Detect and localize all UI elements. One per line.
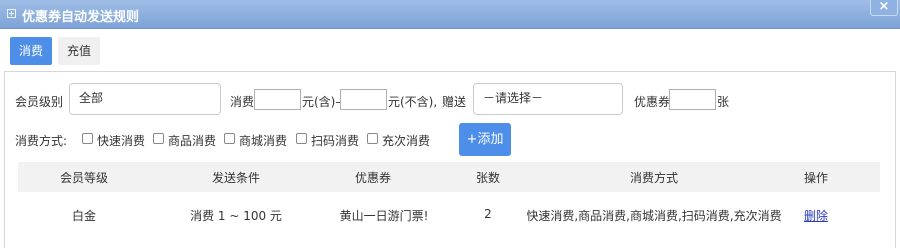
col-header-coupon: 优惠券: [354, 171, 392, 185]
mode-label-quick: 快速消费: [97, 134, 146, 148]
consume-label: 消费: [230, 95, 255, 109]
mode-checkbox-quick[interactable]: [82, 133, 93, 144]
consume-min-input[interactable]: [254, 89, 301, 110]
mode-checkbox-scan[interactable]: [296, 133, 307, 144]
coupon-unit-label: 张: [717, 95, 730, 109]
close-button[interactable]: ×: [870, 0, 898, 16]
add-button[interactable]: +添加: [459, 123, 511, 156]
cell-level: 白金: [71, 209, 97, 223]
col-header-level: 会员等级: [59, 171, 109, 185]
mode-checkbox-goods[interactable]: [153, 133, 164, 144]
tab-consume[interactable]: 消费: [10, 37, 52, 65]
mode-label-mall: 商城消费: [239, 134, 288, 148]
yuan-excl-label: 元(不含),: [388, 95, 438, 109]
mode-checkbox-mall[interactable]: [224, 133, 235, 144]
window-title: 优惠券自动发送规则: [22, 10, 140, 25]
coupon-count-input[interactable]: [669, 89, 716, 110]
cell-coupon: 黄山一日游门票!: [339, 209, 429, 223]
mode-label-times: 充次消费: [382, 134, 431, 148]
consume-max-input[interactable]: [340, 89, 387, 110]
member-level-select[interactable]: 全部: [69, 83, 221, 115]
delete-link[interactable]: 删除: [804, 207, 828, 224]
mode-checkbox-times[interactable]: [367, 133, 378, 144]
cell-condition: 消费 1 ~ 100 元: [190, 209, 282, 223]
tab-recharge[interactable]: 充值: [58, 37, 100, 65]
col-header-action: 操作: [803, 171, 829, 185]
window-icon: [7, 9, 16, 18]
col-header-count: 张数: [475, 171, 501, 185]
consume-mode-label: 消费方式:: [15, 134, 68, 148]
coupon-label: 优惠券: [634, 95, 671, 109]
col-header-condition: 发送条件: [211, 171, 261, 185]
table-header: [18, 162, 880, 192]
window-titlebar: 优惠券自动发送规则: [0, 0, 900, 29]
coupon-select[interactable]: －请选择－: [473, 83, 623, 115]
col-header-modes: 消费方式: [629, 171, 679, 185]
gift-label: 赠送: [442, 95, 467, 109]
yuan-incl-label: 元(含)–: [302, 95, 342, 109]
member-level-label: 会员级别: [15, 95, 64, 109]
mode-label-scan: 扫码消费: [311, 134, 360, 148]
mode-label-goods: 商品消费: [168, 134, 217, 148]
cell-count: 2: [484, 207, 492, 221]
cell-modes: 快速消费,商品消费,商城消费,扫码消费,充次消费: [526, 209, 782, 223]
